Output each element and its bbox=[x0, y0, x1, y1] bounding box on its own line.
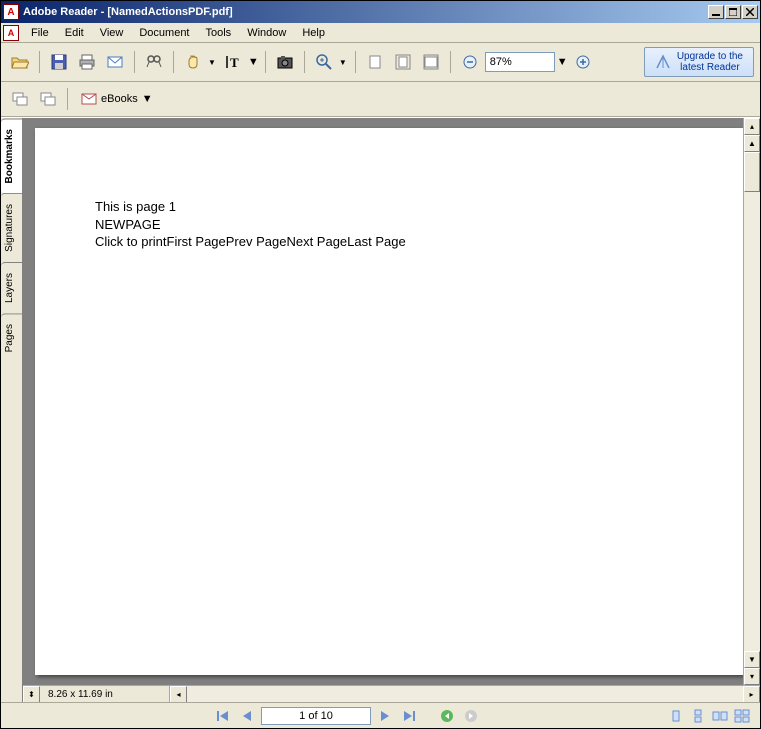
menu-view[interactable]: View bbox=[92, 25, 132, 41]
continuous-view-button[interactable] bbox=[688, 707, 708, 725]
upgrade-icon bbox=[655, 54, 671, 70]
menu-window[interactable]: Window bbox=[239, 25, 294, 41]
scroll-right-button[interactable]: ▸ bbox=[743, 686, 760, 702]
separator bbox=[134, 51, 135, 73]
scroll-thumb[interactable] bbox=[744, 152, 760, 192]
page-size-toggle[interactable]: ⬍ bbox=[23, 686, 40, 702]
menu-edit[interactable]: Edit bbox=[57, 25, 92, 41]
separator bbox=[355, 51, 356, 73]
snapshot-tool-button[interactable] bbox=[272, 49, 298, 75]
horizontal-scrollbar-row: ⬍ 8.26 x 11.69 in ◂ ▸ bbox=[23, 685, 760, 702]
separator bbox=[67, 88, 68, 110]
upgrade-button[interactable]: Upgrade to the latest Reader bbox=[644, 47, 754, 77]
print-button[interactable] bbox=[74, 49, 100, 75]
hscroll-track[interactable] bbox=[187, 686, 743, 702]
zoom-input[interactable] bbox=[485, 52, 555, 72]
fit-width-button[interactable] bbox=[418, 49, 444, 75]
hand-tool-button[interactable] bbox=[180, 49, 206, 75]
scroll-down-button[interactable]: ▼ bbox=[744, 651, 760, 668]
menu-tools[interactable]: Tools bbox=[198, 25, 240, 41]
tab-bookmarks[interactable]: Bookmarks bbox=[1, 118, 22, 193]
page-dimensions: 8.26 x 11.69 in bbox=[40, 686, 170, 702]
document-viewport: This is page 1 NEWPAGE Click to printFir… bbox=[23, 118, 760, 702]
upgrade-line1: Upgrade to the bbox=[677, 51, 743, 62]
zoom-in-circle-button[interactable] bbox=[570, 49, 596, 75]
content-area: Bookmarks Signatures Layers Pages This i… bbox=[1, 117, 760, 702]
scroll-up-button[interactable]: ▴ bbox=[744, 118, 760, 135]
last-page-button[interactable] bbox=[399, 707, 419, 725]
doc-line-3: Click to printFirst PagePrev PageNext Pa… bbox=[95, 233, 683, 251]
dropdown-arrow-icon[interactable]: ▼ bbox=[557, 56, 568, 68]
toolbar-main: ▼ T ▼ ▼ ▼ bbox=[1, 43, 760, 82]
ebooks-button[interactable]: eBooks ▼ bbox=[74, 89, 160, 109]
maximize-button[interactable] bbox=[725, 5, 741, 19]
tab-pages[interactable]: Pages bbox=[1, 313, 22, 362]
ebooks-icon bbox=[81, 92, 97, 106]
ebooks-label: eBooks bbox=[101, 93, 138, 105]
review-tracker-button[interactable] bbox=[35, 86, 61, 112]
zoom-in-button[interactable] bbox=[311, 49, 337, 75]
actual-size-button[interactable] bbox=[362, 49, 388, 75]
app-icon: A bbox=[3, 4, 19, 20]
separator bbox=[450, 51, 451, 73]
open-button[interactable] bbox=[7, 49, 33, 75]
svg-text:T: T bbox=[230, 55, 239, 70]
single-page-view-button[interactable] bbox=[666, 707, 686, 725]
separator bbox=[304, 51, 305, 73]
menubar: A File Edit View Document Tools Window H… bbox=[1, 23, 760, 43]
close-button[interactable] bbox=[742, 5, 758, 19]
menu-help[interactable]: Help bbox=[294, 25, 333, 41]
first-page-button[interactable] bbox=[213, 707, 233, 725]
scroll-up-button[interactable]: ▲ bbox=[744, 135, 760, 152]
previous-view-button[interactable] bbox=[437, 707, 457, 725]
scroll-track[interactable] bbox=[744, 152, 760, 651]
menu-document[interactable]: Document bbox=[131, 25, 197, 41]
next-view-button[interactable] bbox=[461, 707, 481, 725]
side-panel-tabs: Bookmarks Signatures Layers Pages bbox=[1, 118, 23, 702]
review-comments-button[interactable] bbox=[7, 86, 33, 112]
text-select-tool-button[interactable]: T bbox=[220, 49, 246, 75]
dropdown-arrow-icon[interactable]: ▼ bbox=[248, 56, 259, 68]
statusbar bbox=[1, 702, 760, 728]
page-number-input[interactable] bbox=[261, 707, 371, 725]
separator bbox=[265, 51, 266, 73]
window-title: Adobe Reader - [NamedActionsPDF.pdf] bbox=[23, 6, 708, 18]
toolbar-secondary: eBooks ▼ bbox=[1, 82, 760, 117]
vertical-scrollbar[interactable]: ▴ ▲ ▼ ▾ bbox=[743, 118, 760, 685]
search-button[interactable] bbox=[141, 49, 167, 75]
save-button[interactable] bbox=[46, 49, 72, 75]
dropdown-arrow-icon[interactable]: ▼ bbox=[337, 58, 349, 67]
document-page[interactable]: This is page 1 NEWPAGE Click to printFir… bbox=[35, 128, 743, 675]
fit-page-button[interactable] bbox=[390, 49, 416, 75]
upgrade-line2: latest Reader bbox=[677, 62, 743, 73]
doc-line-2: NEWPAGE bbox=[95, 216, 683, 234]
continuous-facing-view-button[interactable] bbox=[732, 707, 752, 725]
tab-layers[interactable]: Layers bbox=[1, 262, 22, 313]
minimize-button[interactable] bbox=[708, 5, 724, 19]
facing-view-button[interactable] bbox=[710, 707, 730, 725]
menu-file[interactable]: File bbox=[23, 25, 57, 41]
email-button[interactable] bbox=[102, 49, 128, 75]
separator bbox=[39, 51, 40, 73]
scroll-down-button[interactable]: ▾ bbox=[744, 668, 760, 685]
titlebar: A Adobe Reader - [NamedActionsPDF.pdf] bbox=[1, 1, 760, 23]
app-icon-small: A bbox=[3, 25, 19, 41]
zoom-out-button[interactable] bbox=[457, 49, 483, 75]
scroll-left-button[interactable]: ◂ bbox=[170, 686, 187, 702]
dropdown-arrow-icon: ▼ bbox=[142, 93, 153, 105]
next-page-button[interactable] bbox=[375, 707, 395, 725]
prev-page-button[interactable] bbox=[237, 707, 257, 725]
dropdown-arrow-icon[interactable]: ▼ bbox=[206, 58, 218, 67]
tab-signatures[interactable]: Signatures bbox=[1, 193, 22, 262]
doc-line-1: This is page 1 bbox=[95, 198, 683, 216]
separator bbox=[173, 51, 174, 73]
